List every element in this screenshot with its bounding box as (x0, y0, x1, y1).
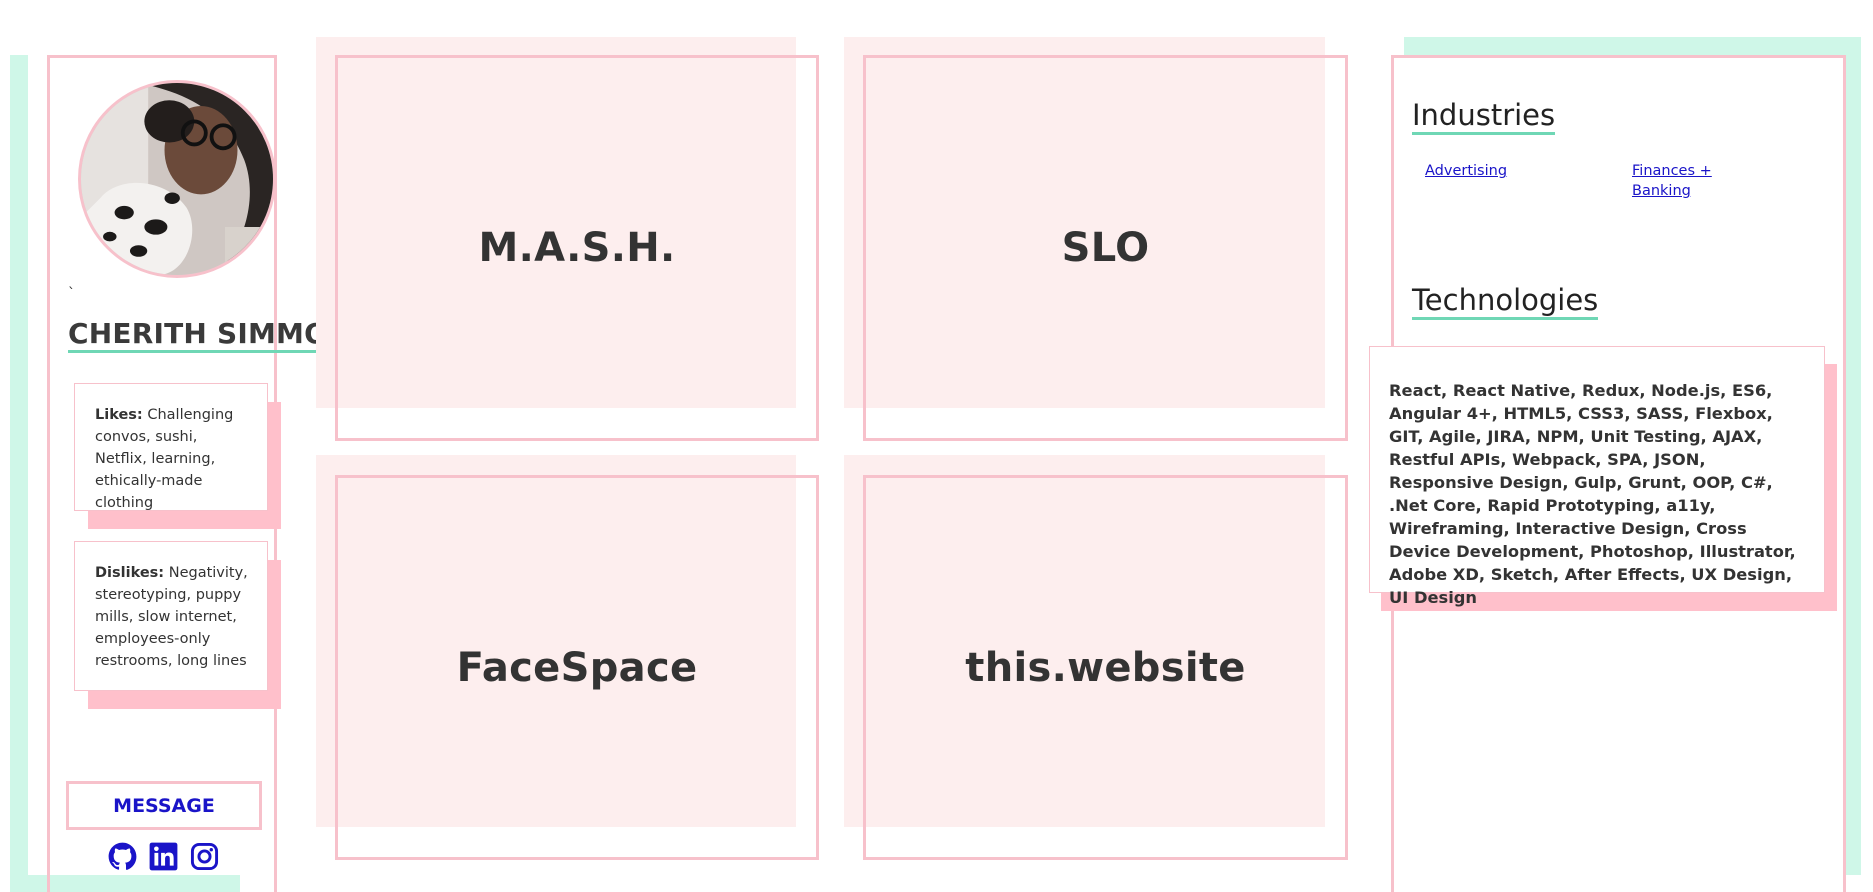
github-icon[interactable] (108, 842, 137, 871)
message-button[interactable]: MESSAGE (66, 781, 262, 830)
likes-label: Likes: (95, 407, 143, 423)
project-title: FaceSpace (456, 644, 698, 691)
industry-link-advertising[interactable]: Advertising (1425, 161, 1507, 181)
technologies-text: React, React Native, Redux, Node.js, ES6… (1389, 381, 1796, 607)
mint-accent-strip-left (10, 55, 28, 892)
avatar-photo (81, 83, 273, 275)
project-title: this.website (965, 644, 1246, 691)
project-tile-mash[interactable]: M.A.S.H. (335, 55, 819, 441)
instagram-icon[interactable] (190, 842, 219, 871)
project-tile-this-website[interactable]: this.website (863, 475, 1348, 860)
industries-heading: Industries (1412, 98, 1556, 136)
page: ` CHERITH SIMMONS Likes: Challenging con… (0, 0, 1873, 892)
likes-card: Likes: Challenging convos, sushi, Netfli… (74, 383, 268, 511)
project-tile-facespace[interactable]: FaceSpace (335, 475, 819, 860)
stray-backtick: ` (68, 286, 75, 302)
technologies-heading: Technologies (1412, 283, 1599, 321)
dislikes-label: Dislikes: (95, 565, 165, 581)
technologies-card: React, React Native, Redux, Node.js, ES6… (1369, 346, 1825, 607)
avatar (78, 80, 276, 278)
linkedin-icon[interactable] (149, 842, 178, 871)
project-title: M.A.S.H. (478, 225, 676, 271)
dislikes-card: Dislikes: Negativity, stereotyping, pupp… (74, 541, 268, 691)
social-links (108, 842, 219, 871)
project-tile-slo[interactable]: SLO (863, 55, 1348, 441)
industry-link-finances-banking[interactable]: Finances + Banking (1632, 161, 1722, 201)
project-title: SLO (1061, 225, 1150, 271)
mint-accent-strip-top-right (1404, 37, 1861, 57)
mint-accent-strip-right (1846, 37, 1861, 875)
